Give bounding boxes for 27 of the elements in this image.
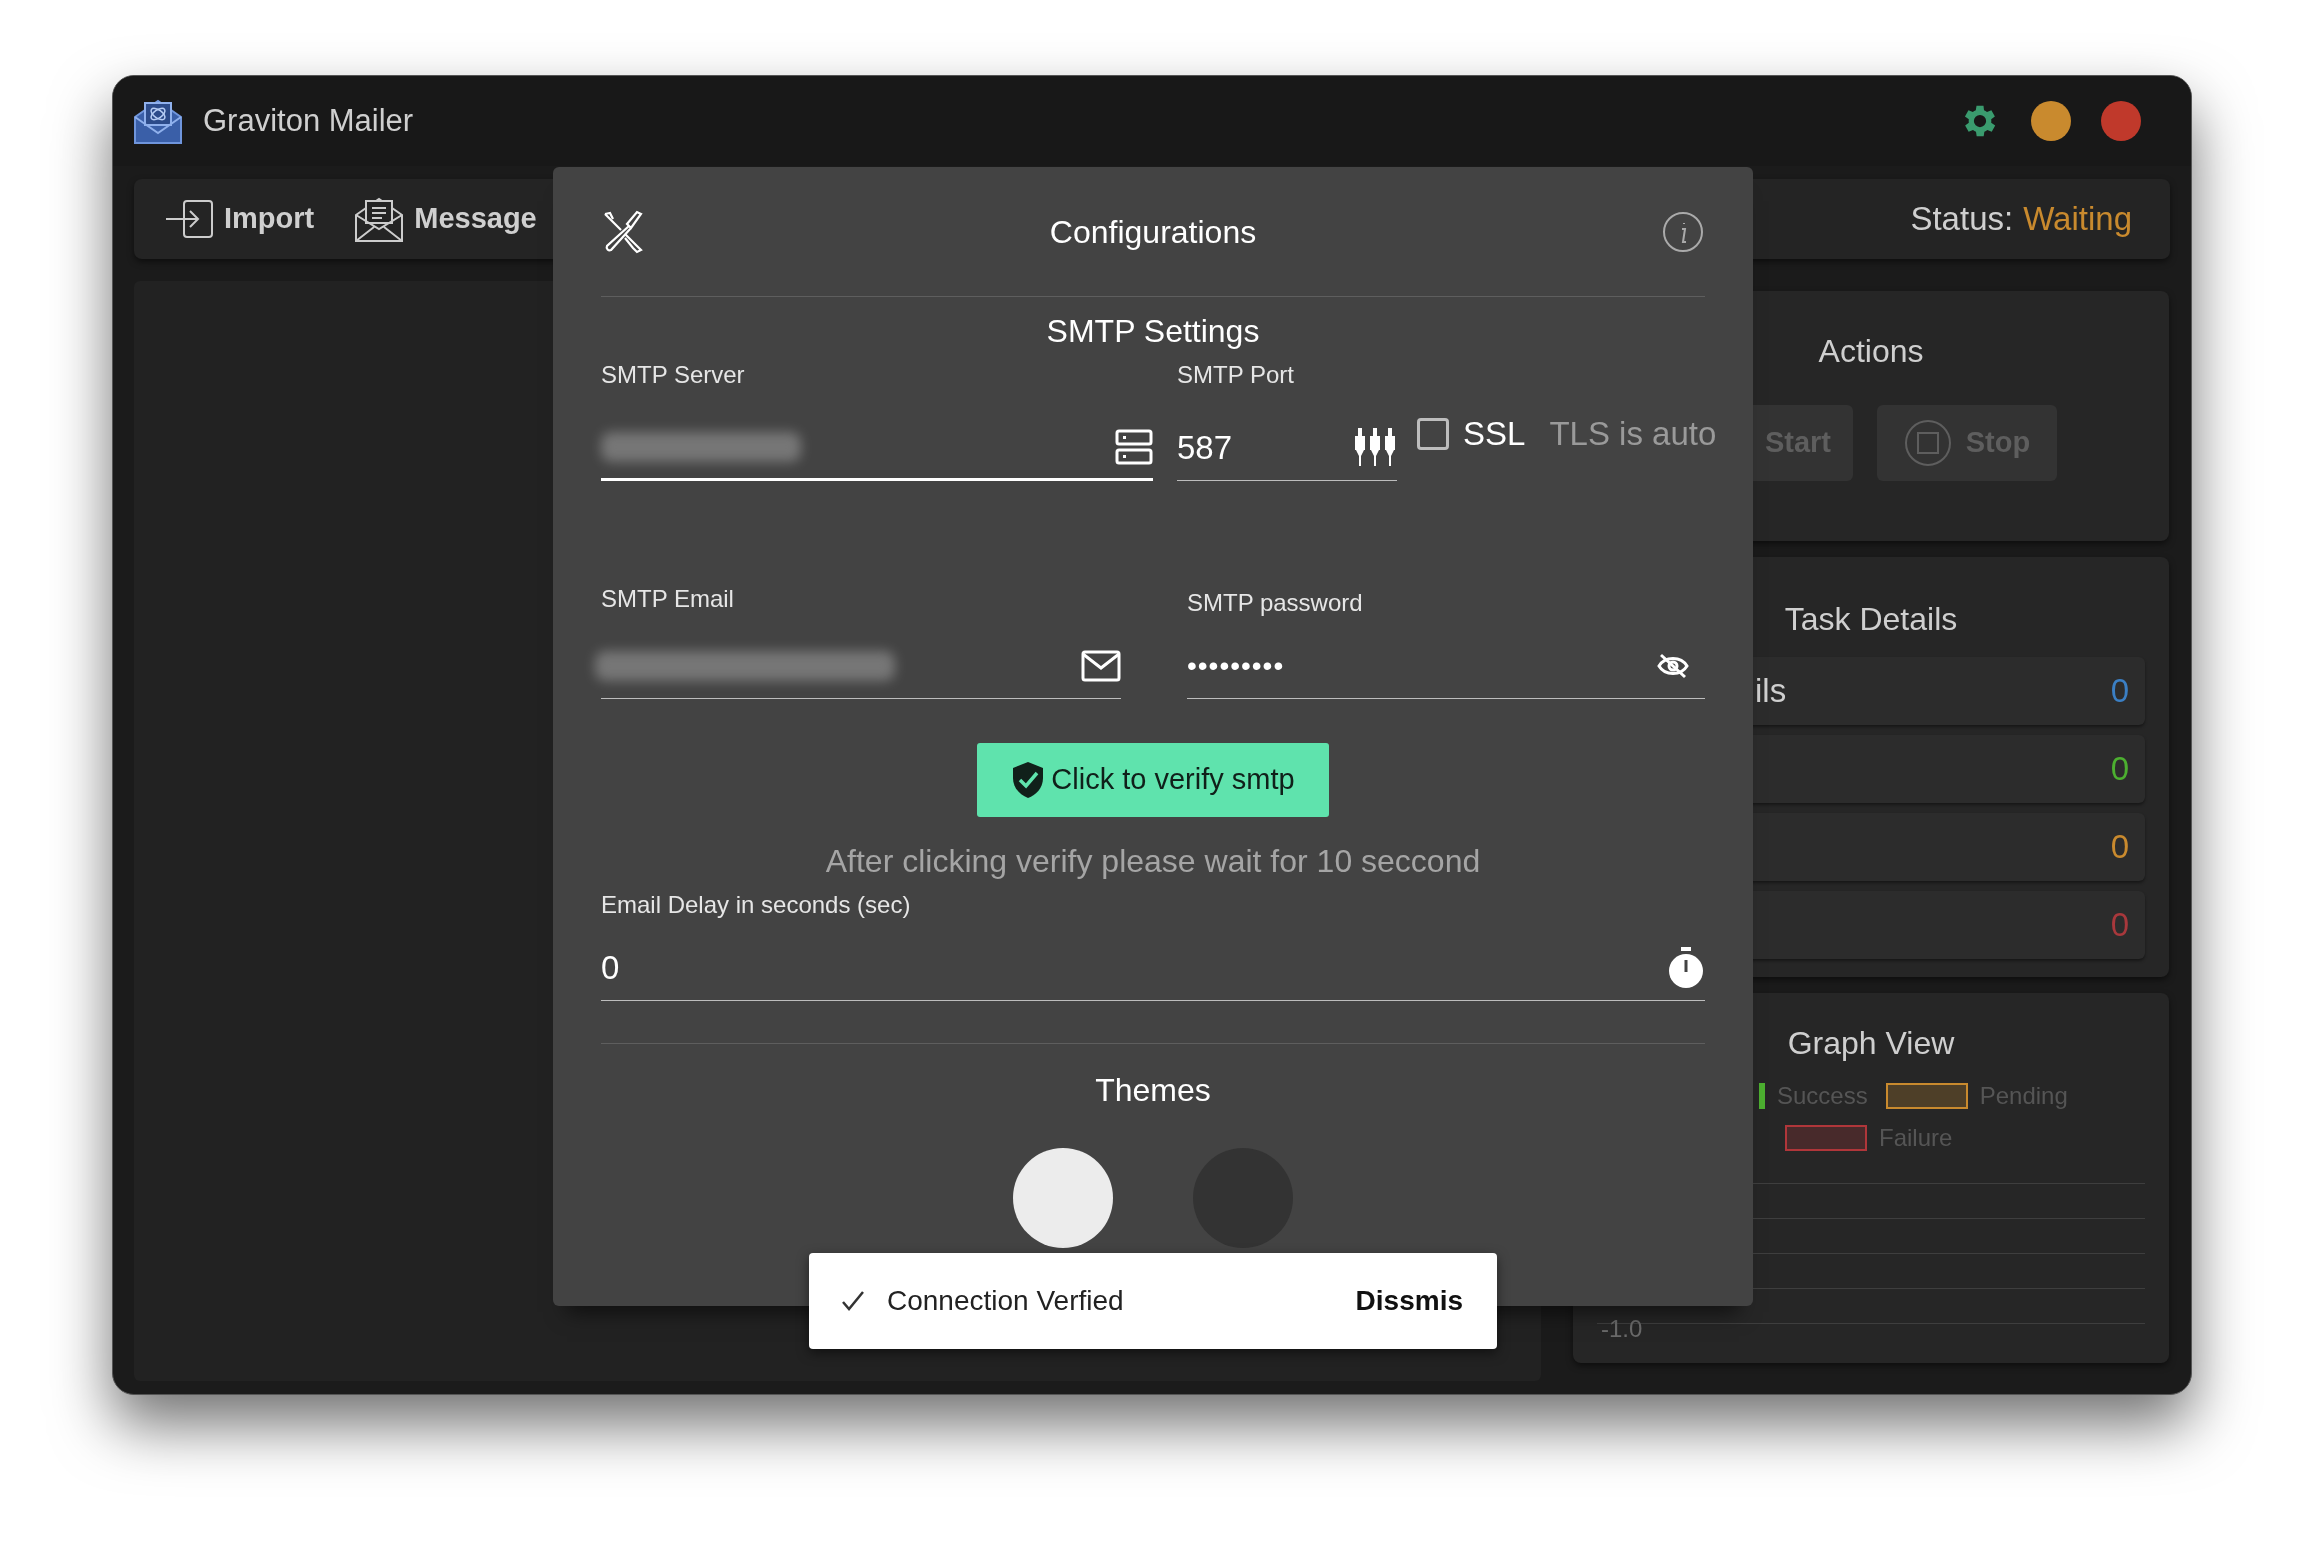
field-value: 0 [601, 947, 620, 988]
snackbar-message: Connection Verfied [887, 1284, 1124, 1318]
card-title: Task Details [1784, 600, 1958, 639]
checkbox-label: SSL [1463, 414, 1526, 455]
row-count: 0 [2110, 905, 2129, 946]
field-value: ••••••••• [1187, 648, 1285, 683]
card-title: Actions [1818, 332, 1924, 371]
section-title: Themes [1094, 1071, 1212, 1110]
row-count: 0 [2110, 671, 2129, 712]
status-label: Status: [1910, 199, 2014, 240]
row-count: 0 [2110, 827, 2129, 868]
row-count: 0 [2110, 749, 2129, 790]
app-title: Graviton Mailer [203, 101, 414, 140]
field-label: SMTP Email [601, 584, 735, 614]
status-value: Waiting [2023, 199, 2132, 240]
tls-note: TLS is auto [1549, 414, 1717, 455]
field-label: Email Delay in seconds (sec) [601, 890, 912, 920]
field-label: SMTP Port [1177, 360, 1295, 390]
axis-label: -1.0 [1601, 1314, 1643, 1344]
field-label: SMTP password [1187, 588, 1364, 618]
dialog-title: Configurations [1048, 212, 1258, 252]
field-label: SMTP Server [601, 360, 746, 390]
card-title: Graph View [1787, 1024, 1955, 1063]
section-title: SMTP Settings [1045, 312, 1261, 351]
row-label: ils [1755, 671, 1787, 712]
field-value: 587 [1177, 427, 1233, 468]
hint-text: After clicking verify please wait for 10 seccond [824, 842, 1482, 881]
